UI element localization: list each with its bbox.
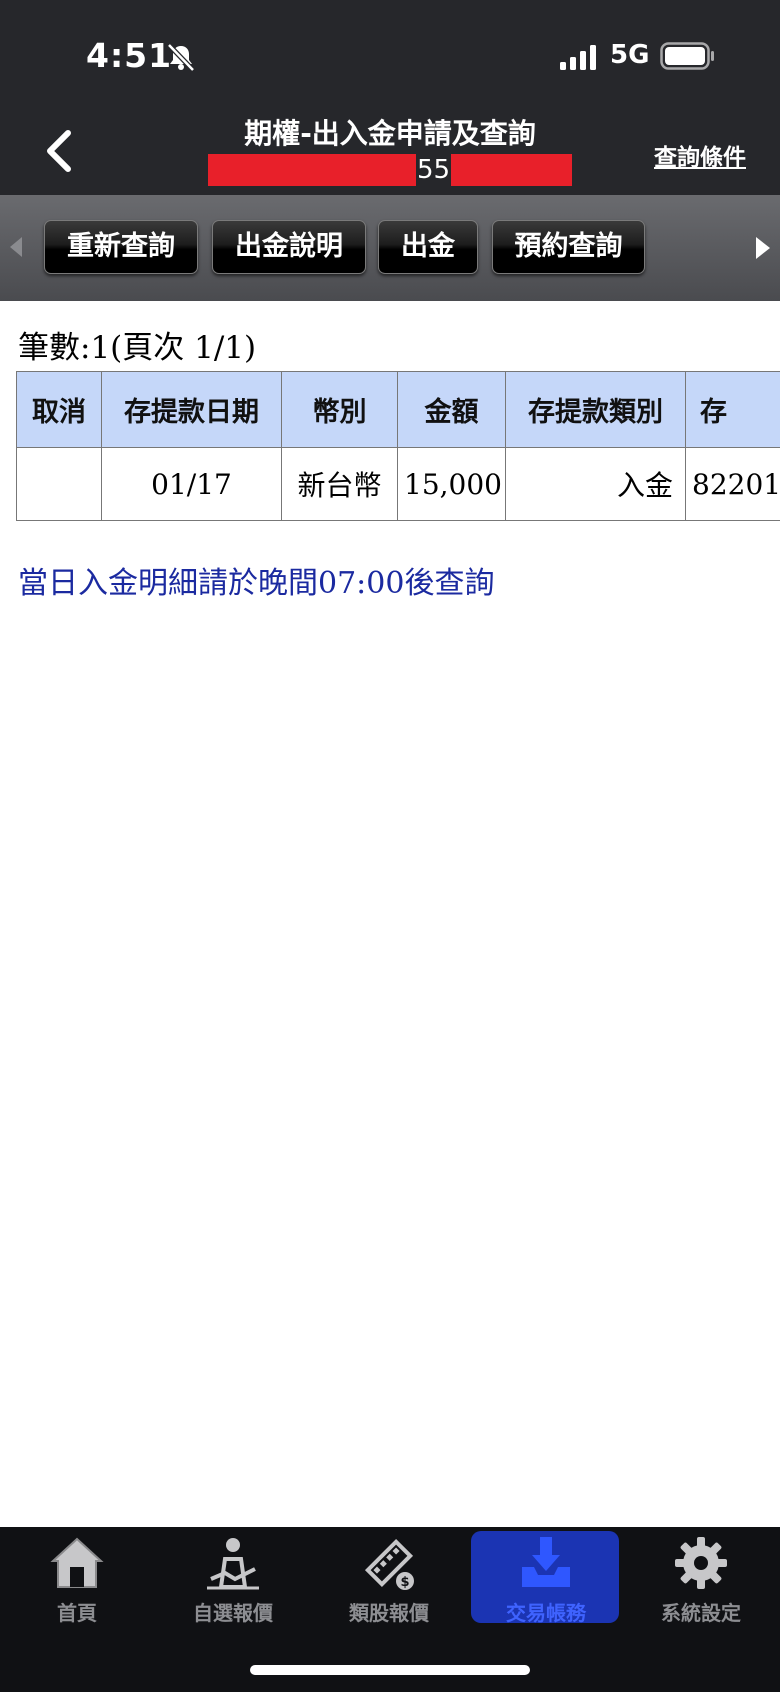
tab-label: 系統設定 [661,1601,741,1625]
bottom-tab-bar: 首頁 自選報價 $ 類股報價 交易帳務 系統設定 [0,1527,780,1692]
tab-label: 自選報價 [193,1601,273,1625]
tab-label: 類股報價 [349,1601,429,1625]
person-chart-icon [207,1538,259,1590]
tab-sector-quotes[interactable]: $ 類股報價 [314,1527,464,1627]
table-row: 01/17 新台幣 15,000 入金 822015 [16,447,780,521]
account-number: 55 [208,154,572,186]
withdraw-button[interactable]: 出金 [378,220,478,274]
film-coin-icon: $ [364,1538,414,1590]
tab-label: 交易帳務 [506,1601,586,1625]
table-header-row: 取消 存提款日期 幣別 金額 存提款類別 存 [16,371,780,448]
signal-bars-icon [560,45,596,70]
withdrawal-info-button[interactable]: 出金說明 [212,220,366,274]
col-header-cancel: 取消 [16,371,102,448]
transactions-table: 取消 存提款日期 幣別 金額 存提款類別 存 01/17 新台幣 15,000 … [16,371,780,521]
record-count: 筆數:1(頁次 1/1) [18,330,257,366]
nav-header: 期權-出入金申請及查詢 55 查詢條件 [0,100,780,195]
col-header-amount: 金額 [397,371,506,448]
svg-text:$: $ [400,1575,409,1590]
cell-truncated: 822015 [685,447,780,521]
scroll-right-icon[interactable] [754,235,772,261]
account-visible-digits: 55 [416,155,451,185]
tab-home[interactable]: 首頁 [2,1527,152,1627]
requery-button[interactable]: 重新查詢 [44,220,198,274]
battery-icon [660,42,714,70]
bell-slash-icon [167,43,195,72]
cell-cancel[interactable] [16,447,102,521]
col-header-date: 存提款日期 [101,371,282,448]
gear-icon [675,1537,727,1589]
reservation-query-button[interactable]: 預約查詢 [492,220,645,274]
query-conditions-link[interactable]: 查詢條件 [654,138,746,172]
tab-label: 首頁 [57,1601,97,1625]
action-toolbar: 重新查詢 出金說明 出金 預約查詢 [0,195,780,301]
inbox-download-icon [522,1537,570,1587]
col-header-currency: 幣別 [281,371,398,448]
cell-currency: 新台幣 [281,447,398,521]
redaction-bar [208,154,416,186]
network-label: 5G [610,40,650,70]
screen: 4:51 5G 期權-出入金申請及查詢 55 查詢條件 重新查詢 出金說明 出金… [0,0,780,1692]
cell-date: 01/17 [101,447,282,521]
cell-amount: 15,000 [397,447,506,521]
redaction-bar [451,154,572,186]
tab-system-settings[interactable]: 系統設定 [626,1527,776,1627]
status-time: 4:51 [86,36,173,75]
col-header-truncated: 存 [685,371,780,448]
home-indicator[interactable] [250,1665,530,1675]
cell-type: 入金 [505,447,686,521]
home-icon [50,1537,104,1588]
status-bar: 4:51 5G [0,0,780,100]
tab-trading-accounts[interactable]: 交易帳務 [471,1527,621,1627]
scroll-left-icon [10,237,22,257]
tab-watchlist-quotes[interactable]: 自選報價 [158,1527,308,1627]
deposit-notice: 當日入金明細請於晚間07:00後查詢 [18,566,495,601]
transactions-table-container[interactable]: 取消 存提款日期 幣別 金額 存提款類別 存 01/17 新台幣 15,000 … [16,371,780,521]
col-header-type: 存提款類別 [505,371,686,448]
